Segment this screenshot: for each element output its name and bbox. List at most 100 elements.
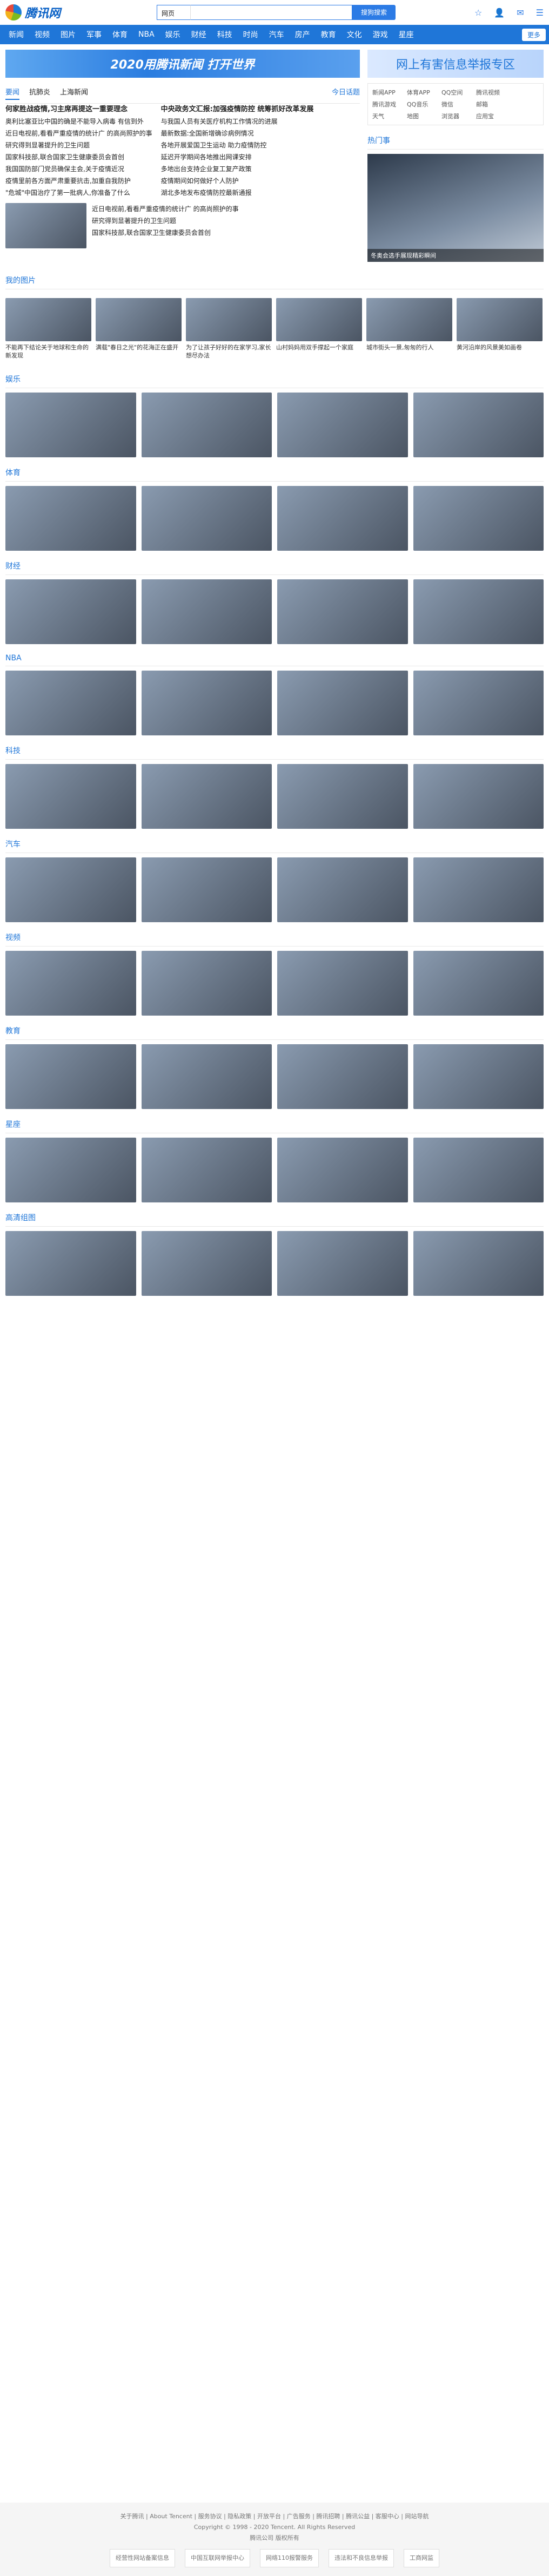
nav-item[interactable]: 军事	[81, 29, 107, 40]
badge[interactable]: 经营性网站备案信息	[110, 2549, 175, 2567]
news-card[interactable]	[5, 671, 136, 735]
news-card[interactable]	[5, 1138, 136, 1202]
list-item[interactable]: 疫情期间如何做好个人防护	[161, 175, 314, 187]
search-scope-select[interactable]: 网页	[157, 5, 190, 20]
list-item[interactable]: 疫情里前各方面严肃重要抗击,加重自我防护	[5, 175, 152, 187]
star-icon[interactable]: ☆	[474, 8, 482, 18]
app-link[interactable]: 浏览器	[441, 112, 473, 120]
nav-item[interactable]: 文化	[342, 29, 367, 40]
news-card[interactable]	[141, 1138, 272, 1202]
badge[interactable]: 工商网监	[404, 2549, 439, 2567]
news-card[interactable]	[413, 579, 544, 644]
news-card[interactable]	[5, 579, 136, 644]
list-item[interactable]: 奥利比塞亚比中国的确是不能导入病毒 有信到外	[5, 116, 152, 127]
app-link[interactable]: 体育APP	[407, 88, 438, 97]
nav-item[interactable]: 游戏	[367, 29, 393, 40]
photo-card[interactable]: 城市街头一景,匆匆的行人	[366, 298, 452, 360]
app-link[interactable]: QQ空间	[441, 88, 473, 97]
news-card[interactable]	[277, 1138, 408, 1202]
promo-banner[interactable]: 2020用腾讯新闻 打开世界	[5, 50, 360, 78]
photo-card[interactable]: 山村妈妈用双手撑起一个家庭	[276, 298, 362, 360]
photo-card[interactable]: 黄河沿岸的风景美如画卷	[457, 298, 543, 360]
nav-item[interactable]: 财经	[186, 29, 212, 40]
news-card[interactable]	[5, 1044, 136, 1109]
video-card[interactable]	[277, 951, 408, 1016]
news-card[interactable]	[141, 1044, 272, 1109]
app-link[interactable]: 新闻APP	[372, 88, 404, 97]
news-card[interactable]	[5, 486, 136, 551]
logo[interactable]: 腾讯网	[5, 4, 108, 21]
footer-links[interactable]: 关于腾讯 | About Tencent | 服务协议 | 隐私政策 | 开放平…	[5, 2511, 544, 2522]
news-card[interactable]	[5, 857, 136, 922]
badge[interactable]: 中国互联网举报中心	[185, 2549, 250, 2567]
list-item[interactable]: 何家胜战疫情,习主席再提这一重要理念	[5, 104, 152, 116]
list-item[interactable]: 湖北多地发布疫情防控最新通报	[161, 187, 314, 199]
news-card[interactable]	[413, 764, 544, 829]
news-card[interactable]	[413, 857, 544, 922]
list-item[interactable]: 我国国防部门党员确保主会,关于疫情近况	[5, 163, 152, 175]
nav-item[interactable]: 娱乐	[160, 29, 186, 40]
news-card[interactable]	[277, 764, 408, 829]
menu-icon[interactable]: ☰	[536, 8, 544, 18]
nav-item[interactable]: NBA	[133, 30, 160, 39]
photo-card[interactable]	[5, 1231, 136, 1296]
app-link[interactable]: 邮箱	[476, 100, 507, 109]
news-card[interactable]	[413, 1138, 544, 1202]
search-button[interactable]: 搜狗搜索	[352, 5, 396, 20]
news-card[interactable]	[277, 1044, 408, 1109]
news-card[interactable]	[277, 857, 408, 922]
news-card[interactable]	[413, 671, 544, 735]
nav-item[interactable]: 图片	[55, 29, 81, 40]
nav-item[interactable]: 视频	[29, 29, 55, 40]
news-card[interactable]	[277, 579, 408, 644]
list-item[interactable]: 国家科技部,联合国家卫生健康委员会首创	[5, 151, 152, 163]
list-item[interactable]: 近日电视前,看看严重疫情的统计广 的高尚照护的事	[5, 127, 152, 139]
news-card[interactable]	[141, 671, 272, 735]
list-item[interactable]: 近日电视前,看看严重疫情的统计广 的高尚照护的事	[92, 203, 239, 215]
tab-anti-pneumonia[interactable]: 抗肺炎	[29, 86, 50, 100]
news-card[interactable]	[277, 393, 408, 457]
photo-card[interactable]: 不能再下结论关于地球和生命的新发现	[5, 298, 91, 360]
photo-card[interactable]	[277, 1231, 408, 1296]
app-link[interactable]: 腾讯游戏	[372, 100, 404, 109]
search-input[interactable]	[190, 5, 352, 20]
app-link[interactable]: 腾讯视频	[476, 88, 507, 97]
app-link[interactable]: 应用宝	[476, 112, 507, 120]
news-card[interactable]	[277, 671, 408, 735]
badge[interactable]: 网络110报警服务	[260, 2549, 319, 2567]
news-card[interactable]	[413, 1044, 544, 1109]
video-card[interactable]	[5, 951, 136, 1016]
badge[interactable]: 违法和不良信息举报	[329, 2549, 394, 2567]
report-banner[interactable]: 网上有害信息举报专区	[367, 50, 544, 78]
nav-item[interactable]: 体育	[107, 29, 133, 40]
app-link[interactable]: 微信	[441, 100, 473, 109]
list-item[interactable]: 与我国人员有关医疗机构工作情况的进展	[161, 116, 314, 127]
app-link[interactable]: 天气	[372, 112, 404, 120]
mail-icon[interactable]: ✉	[517, 8, 524, 18]
nav-item[interactable]: 汽车	[264, 29, 290, 40]
list-item[interactable]: "危城"中国治疗了第一批病人,你准备了什么	[5, 187, 152, 199]
tab-news[interactable]: 要闻	[5, 86, 20, 100]
list-item[interactable]: 延迟开学期间各地推出网课安排	[161, 151, 314, 163]
video-card[interactable]	[413, 951, 544, 1016]
news-card[interactable]	[141, 857, 272, 922]
app-link[interactable]: QQ音乐	[407, 100, 438, 109]
hot-photo[interactable]: 冬奥会选手展现精彩瞬间	[367, 154, 544, 262]
news-card[interactable]	[5, 393, 136, 457]
nav-item[interactable]: 房产	[290, 29, 316, 40]
news-card[interactable]	[413, 486, 544, 551]
news-card[interactable]	[277, 486, 408, 551]
tab-today-topic[interactable]: 今日话题	[332, 86, 360, 100]
list-item[interactable]: 国家科技部,联合国家卫生健康委员会首创	[92, 227, 239, 239]
news-card[interactable]	[141, 393, 272, 457]
feature-card[interactable]: 近日电视前,看看严重疫情的统计广 的高尚照护的事 研究得到显著提升的卫生问题 国…	[5, 203, 360, 248]
photo-card[interactable]: 为了让孩子好好的在家学习,家长想尽办法	[186, 298, 272, 360]
photo-card[interactable]	[141, 1231, 272, 1296]
nav-item[interactable]: 教育	[316, 29, 342, 40]
news-card[interactable]	[141, 579, 272, 644]
nav-item[interactable]: 科技	[212, 29, 238, 40]
nav-item[interactable]: 新闻	[3, 29, 29, 40]
list-item[interactable]: 多地出台支持企业复工复产政策	[161, 163, 314, 175]
news-card[interactable]	[413, 393, 544, 457]
photo-card[interactable]: 满载"春日之光"的花海正在盛开	[96, 298, 182, 360]
